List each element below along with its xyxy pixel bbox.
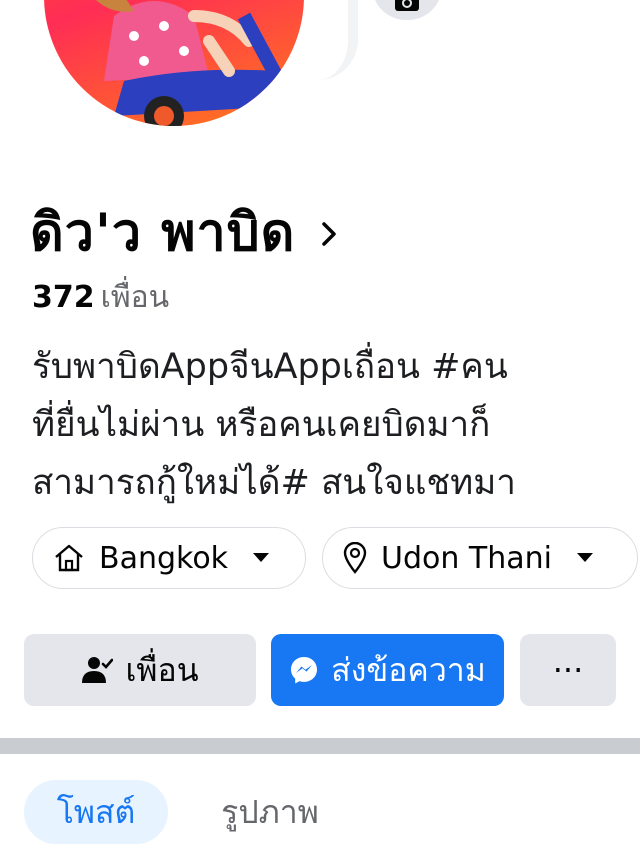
friend-check-icon xyxy=(81,655,114,685)
bio-line: ที่ยื่นไม่ผ่าน หรือคนเคยบิดมาก็ xyxy=(32,405,491,445)
bio-line: สามารถกู้ใหม่ได้# สนใจแชทมา xyxy=(32,463,516,503)
section-divider xyxy=(0,738,640,754)
location-chip-home[interactable]: Bangkok xyxy=(32,527,306,589)
name-row[interactable]: ดิว'ว พาบิด xyxy=(30,190,337,273)
message-button-label: ส่งข้อความ xyxy=(331,650,486,689)
more-options-button[interactable]: ··· xyxy=(520,634,616,706)
tab-posts-label: โพสต์ xyxy=(56,792,136,831)
friends-label: เพื่อน xyxy=(100,280,170,315)
location-chip-from[interactable]: Udon Thani xyxy=(322,527,638,589)
more-options-label: ··· xyxy=(552,651,584,689)
bio-line: รับพาบิดAppจีนAppเถื่อน #คน xyxy=(32,347,508,387)
location-from-label: Udon Thani xyxy=(381,540,552,576)
camera-icon xyxy=(395,0,419,11)
caret-down-icon xyxy=(252,552,270,564)
profile-name: ดิว'ว พาบิด xyxy=(30,203,296,263)
friends-summary[interactable]: 372 เพื่อน xyxy=(32,274,169,321)
friends-button-label: เพื่อน xyxy=(125,650,199,689)
messenger-icon xyxy=(289,655,319,685)
message-button[interactable]: ส่งข้อความ xyxy=(271,634,504,706)
caret-down-icon xyxy=(576,552,594,564)
avatar-illustration xyxy=(96,0,286,126)
friends-button[interactable]: เพื่อน xyxy=(24,634,256,706)
location-pin-icon xyxy=(343,542,367,574)
friends-count: 372 xyxy=(32,280,95,315)
home-icon xyxy=(53,543,85,573)
tab-photos[interactable]: รูปภาพ xyxy=(200,780,340,844)
cover-edge xyxy=(318,0,358,80)
profile-page: ดิว'ว พาบิด 372 เพื่อน รับพาบิดAppจีนAppเ… xyxy=(0,0,640,853)
location-home-label: Bangkok xyxy=(99,540,229,576)
tab-photos-label: รูปภาพ xyxy=(221,792,319,831)
chevron-right-icon xyxy=(322,221,337,246)
bio: รับพาบิดAppจีนAppเถื่อน #คน ที่ยื่นไม่ผ่… xyxy=(32,338,622,512)
profile-picture[interactable] xyxy=(38,0,310,132)
camera-button[interactable] xyxy=(372,0,442,20)
tab-posts[interactable]: โพสต์ xyxy=(24,780,168,844)
